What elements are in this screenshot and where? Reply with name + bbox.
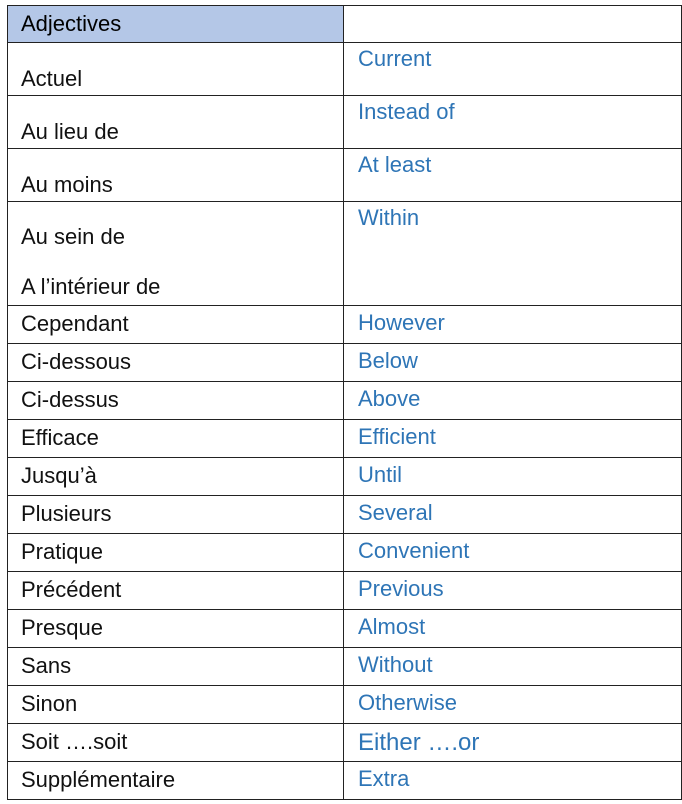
french-cell: Actuel <box>7 42 344 96</box>
french-term: Efficace <box>21 425 99 450</box>
french-cell: Précédent <box>7 571 344 610</box>
english-term: Above <box>358 386 421 411</box>
french-cell: Sans <box>7 647 344 686</box>
english-term: Convenient <box>358 538 470 563</box>
french-term: Jusqu’à <box>21 463 97 488</box>
header-label: Adjectives <box>21 11 122 36</box>
header-cell-empty <box>343 5 682 43</box>
table-row: Actuel Current <box>7 42 682 96</box>
table-row: Ci-dessus Above <box>7 381 682 420</box>
vocabulary-table: Adjectives Actuel Current Au lieu de Ins… <box>7 5 682 800</box>
french-term: Soit ….soit <box>21 729 128 754</box>
french-cell: Plusieurs <box>7 495 344 534</box>
table-row: Au sein de A l’intérieur de Within <box>7 201 682 306</box>
english-term: Almost <box>358 614 426 639</box>
english-term: Until <box>358 462 403 487</box>
english-term: Previous <box>358 576 444 601</box>
french-cell: Pratique <box>7 533 344 572</box>
table-row: Au moins At least <box>7 148 682 202</box>
english-cell: However <box>343 305 682 344</box>
french-term: Plusieurs <box>21 501 112 526</box>
french-cell: Ci-dessous <box>7 343 344 382</box>
table-row: Ci-dessous Below <box>7 343 682 382</box>
french-cell: Au moins <box>7 148 344 202</box>
french-term: Presque <box>21 615 103 640</box>
french-term: Sans <box>21 653 72 678</box>
french-cell: Au sein de A l’intérieur de <box>7 201 344 306</box>
table-row: Précédent Previous <box>7 571 682 610</box>
english-cell: Current <box>343 42 682 96</box>
english-cell: Efficient <box>343 419 682 458</box>
french-term: Actuel <box>21 66 83 91</box>
table-row: Pratique Convenient <box>7 533 682 572</box>
english-cell: At least <box>343 148 682 202</box>
french-term: Ci-dessus <box>21 387 119 412</box>
english-cell: Almost <box>343 609 682 648</box>
english-term: Otherwise <box>358 690 458 715</box>
french-cell: Ci-dessus <box>7 381 344 420</box>
french-term: Au lieu de <box>21 119 119 144</box>
french-cell: Efficace <box>7 419 344 458</box>
english-term: However <box>358 310 445 335</box>
french-cell: Sinon <box>7 685 344 724</box>
english-term: Current <box>358 46 432 71</box>
english-term: Without <box>358 652 433 677</box>
english-term: Instead of <box>358 99 455 124</box>
french-term-alt: A l’intérieur de <box>21 274 161 299</box>
english-cell: Above <box>343 381 682 420</box>
english-term: Several <box>358 500 433 525</box>
header-right-label <box>344 6 681 11</box>
table-row: Presque Almost <box>7 609 682 648</box>
french-term: Au moins <box>21 172 113 197</box>
english-cell: Extra <box>343 761 682 800</box>
french-cell: Supplémentaire <box>7 761 344 800</box>
english-cell: Previous <box>343 571 682 610</box>
english-term: Extra <box>358 766 410 791</box>
table-row: Sinon Otherwise <box>7 685 682 724</box>
header-cell-adjectives: Adjectives <box>7 5 344 43</box>
table-row: Au lieu de Instead of <box>7 95 682 149</box>
table-row: Sans Without <box>7 647 682 686</box>
english-cell: Convenient <box>343 533 682 572</box>
table-row: Efficace Efficient <box>7 419 682 458</box>
english-cell: Instead of <box>343 95 682 149</box>
french-term: Pratique <box>21 539 103 564</box>
table-row: Jusqu’à Until <box>7 457 682 496</box>
english-term: At least <box>358 152 432 177</box>
english-term: Below <box>358 348 418 373</box>
french-term: Sinon <box>21 691 78 716</box>
french-term: Précédent <box>21 577 122 602</box>
french-cell: Presque <box>7 609 344 648</box>
english-cell: Until <box>343 457 682 496</box>
english-cell: Several <box>343 495 682 534</box>
french-cell: Au lieu de <box>7 95 344 149</box>
table-row: Plusieurs Several <box>7 495 682 534</box>
english-cell: Otherwise <box>343 685 682 724</box>
french-cell: Cependant <box>7 305 344 344</box>
french-term: Au sein de <box>21 224 125 249</box>
english-cell: Within <box>343 201 682 306</box>
french-term: Ci-dessous <box>21 349 132 374</box>
english-cell: Either ….or <box>343 723 682 762</box>
french-term: Cependant <box>21 311 129 336</box>
english-cell: Below <box>343 343 682 382</box>
french-cell: Jusqu’à <box>7 457 344 496</box>
english-term: Within <box>358 205 420 230</box>
french-term: Supplémentaire <box>21 767 176 792</box>
table-row: Soit ….soit Either ….or <box>7 723 682 762</box>
english-term: Either ….or <box>358 729 480 756</box>
header-row: Adjectives <box>7 5 682 43</box>
table-row: Supplémentaire Extra <box>7 761 682 800</box>
table-row: Cependant However <box>7 305 682 344</box>
french-cell: Soit ….soit <box>7 723 344 762</box>
english-term: Efficient <box>358 424 436 449</box>
english-cell: Without <box>343 647 682 686</box>
